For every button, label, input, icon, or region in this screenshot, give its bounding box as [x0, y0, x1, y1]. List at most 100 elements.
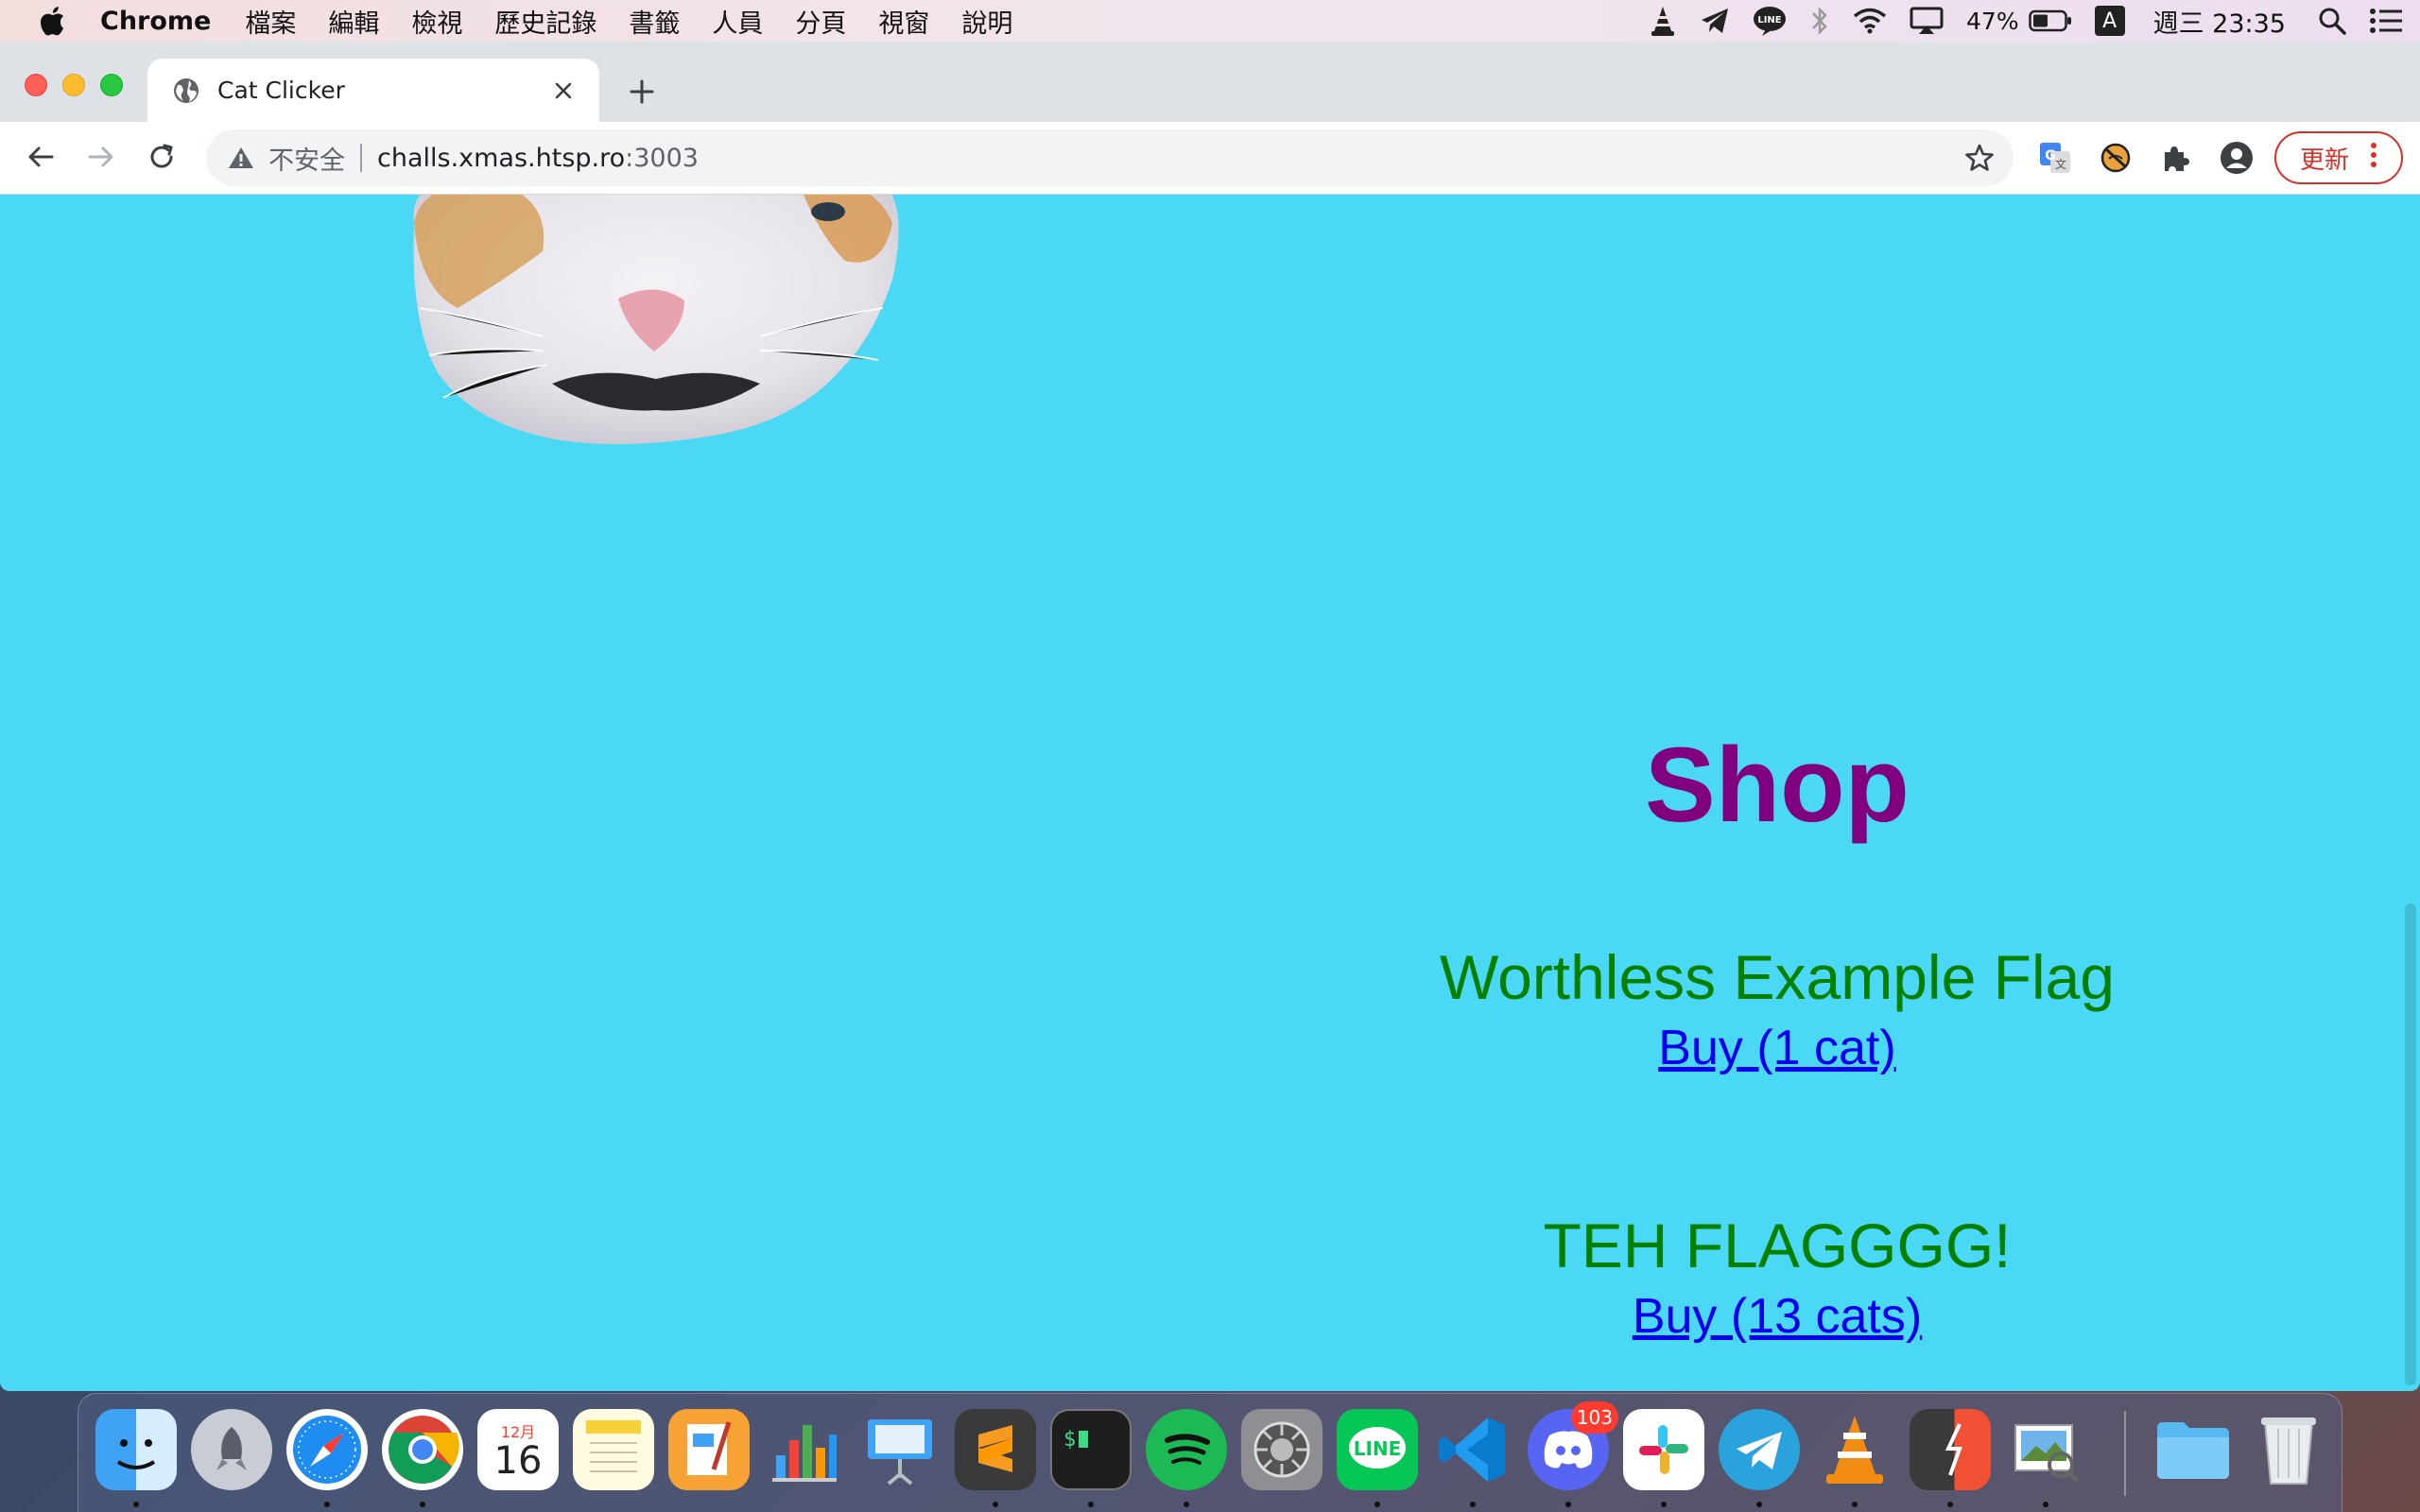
battery-percent: 47% — [1966, 7, 2019, 35]
buy-link[interactable]: Buy (1 cat) — [1323, 1020, 2231, 1076]
address-bar[interactable]: 不安全 challs.xmas.htsp.ro :3003 — [206, 129, 2014, 186]
shop-heading: Shop — [1645, 726, 1910, 844]
airplay-status-icon[interactable] — [1910, 7, 1944, 35]
browser-toolbar: 不安全 challs.xmas.htsp.ro :3003 G文 更新 — [0, 122, 2420, 195]
chrome-icon[interactable] — [382, 1409, 463, 1490]
google-translate-extension-icon[interactable]: G文 — [2034, 137, 2076, 179]
line-status-icon[interactable]: LINE — [1753, 5, 1787, 37]
tab-close-icon[interactable] — [544, 72, 582, 110]
globe-icon — [172, 77, 200, 105]
running-indicator — [1088, 1502, 1094, 1507]
vlc-status-icon[interactable] — [1649, 5, 1677, 37]
sublime-text-icon[interactable] — [955, 1409, 1036, 1490]
running-indicator — [1661, 1502, 1667, 1507]
running-indicator — [1184, 1502, 1189, 1507]
trash-icon[interactable] — [2248, 1409, 2329, 1490]
menu-bar: Chrome 檔案 編輯 檢視 歷史記錄 書籤 人員 分頁 視窗 說明 LINE… — [0, 0, 2420, 42]
tab-strip: Cat Clicker — [0, 42, 2420, 122]
window-close-button[interactable] — [25, 74, 47, 96]
profile-avatar-icon[interactable] — [2216, 137, 2257, 179]
back-button[interactable] — [19, 135, 62, 179]
dock-divider — [2124, 1411, 2126, 1496]
menu-edit[interactable]: 編輯 — [328, 3, 379, 40]
menu-tab[interactable]: 分頁 — [795, 3, 846, 40]
forward-button[interactable] — [79, 135, 123, 179]
menu-app-name[interactable]: Chrome — [100, 7, 211, 36]
pages-icon[interactable] — [668, 1409, 750, 1490]
running-indicator — [993, 1502, 998, 1507]
update-chrome-button[interactable]: 更新 — [2274, 131, 2403, 184]
notification-center-icon[interactable] — [2369, 8, 2403, 34]
running-indicator — [1947, 1502, 1953, 1507]
shop-item-name: Worthless Example Flag — [1439, 942, 2116, 1012]
menu-people[interactable]: 人員 — [712, 3, 763, 40]
svg-text:$: $ — [1063, 1428, 1076, 1452]
spotlight-search-icon[interactable] — [2318, 7, 2346, 35]
git-client-icon[interactable] — [1910, 1409, 1991, 1490]
svg-text:LINE: LINE — [1757, 15, 1781, 26]
menu-bookmarks[interactable]: 書籤 — [629, 3, 680, 40]
vscode-icon[interactable] — [1432, 1409, 1513, 1490]
calendar-icon[interactable]: 12月 16 — [477, 1409, 559, 1490]
bookmark-star-icon[interactable] — [1962, 141, 1996, 175]
spotify-icon[interactable] — [1146, 1409, 1227, 1490]
url-host[interactable]: challs.xmas.htsp.ro — [377, 144, 625, 173]
numbers-icon[interactable] — [764, 1409, 845, 1490]
update-label: 更新 — [2299, 146, 2349, 175]
svg-text:文: 文 — [2055, 157, 2066, 171]
terminal-icon[interactable]: $ — [1050, 1409, 1132, 1490]
discord-icon[interactable]: 103 — [1528, 1401, 1618, 1490]
system-preferences-icon[interactable] — [1241, 1409, 1322, 1490]
browser-window: Cat Clicker 不安全 challs.xmas.htsp.ro :300… — [0, 42, 2420, 1391]
running-indicator — [1852, 1502, 1858, 1507]
telegram-icon[interactable] — [1719, 1409, 1800, 1490]
menu-file[interactable]: 檔案 — [245, 3, 296, 40]
menubar-clock[interactable]: 週三 23:35 — [2153, 3, 2286, 40]
svg-text:LINE: LINE — [1354, 1437, 1402, 1460]
new-tab-button[interactable] — [620, 70, 664, 113]
wifi-status-icon[interactable] — [1853, 8, 1887, 34]
extensions-puzzle-icon[interactable] — [2155, 137, 2197, 179]
running-indicator — [133, 1502, 139, 1507]
menu-history[interactable]: 歷史記錄 — [494, 3, 596, 40]
calendar-day: 16 — [493, 1439, 543, 1483]
launchpad-icon[interactable] — [191, 1409, 272, 1490]
menu-help[interactable]: 說明 — [961, 3, 1012, 40]
finder-icon[interactable] — [95, 1409, 177, 1490]
line-icon[interactable]: LINE — [1337, 1409, 1418, 1490]
input-method-icon[interactable]: A — [2094, 6, 2125, 36]
running-indicator — [1756, 1502, 1762, 1507]
dock: 12月 16 $ LINE 103 — [78, 1393, 2342, 1512]
running-indicator — [1374, 1502, 1380, 1507]
running-indicator — [1565, 1502, 1571, 1507]
slack-icon[interactable] — [1623, 1409, 1704, 1490]
notes-icon[interactable] — [573, 1409, 654, 1490]
not-secure-warning-icon[interactable] — [227, 144, 255, 172]
url-port[interactable]: :3003 — [625, 144, 699, 173]
telegram-status-icon[interactable] — [1700, 7, 1730, 35]
more-menu-icon — [2370, 142, 2377, 174]
folder-icon[interactable] — [2152, 1409, 2234, 1490]
menu-view[interactable]: 檢視 — [411, 3, 462, 40]
tab-cat-clicker[interactable]: Cat Clicker — [147, 59, 599, 122]
apple-menu-icon[interactable] — [36, 5, 68, 37]
reload-button[interactable] — [140, 135, 183, 179]
page-content: Shop Worthless Example Flag Buy (1 cat) … — [0, 195, 2420, 1391]
keynote-icon[interactable] — [859, 1409, 941, 1490]
preview-icon[interactable] — [2005, 1409, 2086, 1490]
safari-icon[interactable] — [286, 1409, 368, 1490]
buy-link[interactable]: Buy (13 cats) — [1323, 1288, 2231, 1345]
blocker-extension-icon[interactable] — [2095, 137, 2136, 179]
running-indicator — [2043, 1502, 2048, 1507]
menu-window[interactable]: 視窗 — [878, 3, 929, 40]
vlc-icon[interactable] — [1814, 1409, 1895, 1490]
cat-image[interactable] — [401, 195, 911, 450]
security-label[interactable]: 不安全 — [268, 140, 345, 177]
window-zoom-button[interactable] — [100, 74, 123, 96]
running-indicator — [420, 1502, 425, 1507]
scrollbar[interactable] — [2405, 903, 2416, 1385]
window-minimize-button[interactable] — [62, 74, 85, 96]
tab-title: Cat Clicker — [217, 77, 345, 104]
bluetooth-status-icon[interactable] — [1809, 6, 1830, 36]
battery-icon[interactable] — [2028, 9, 2072, 32]
